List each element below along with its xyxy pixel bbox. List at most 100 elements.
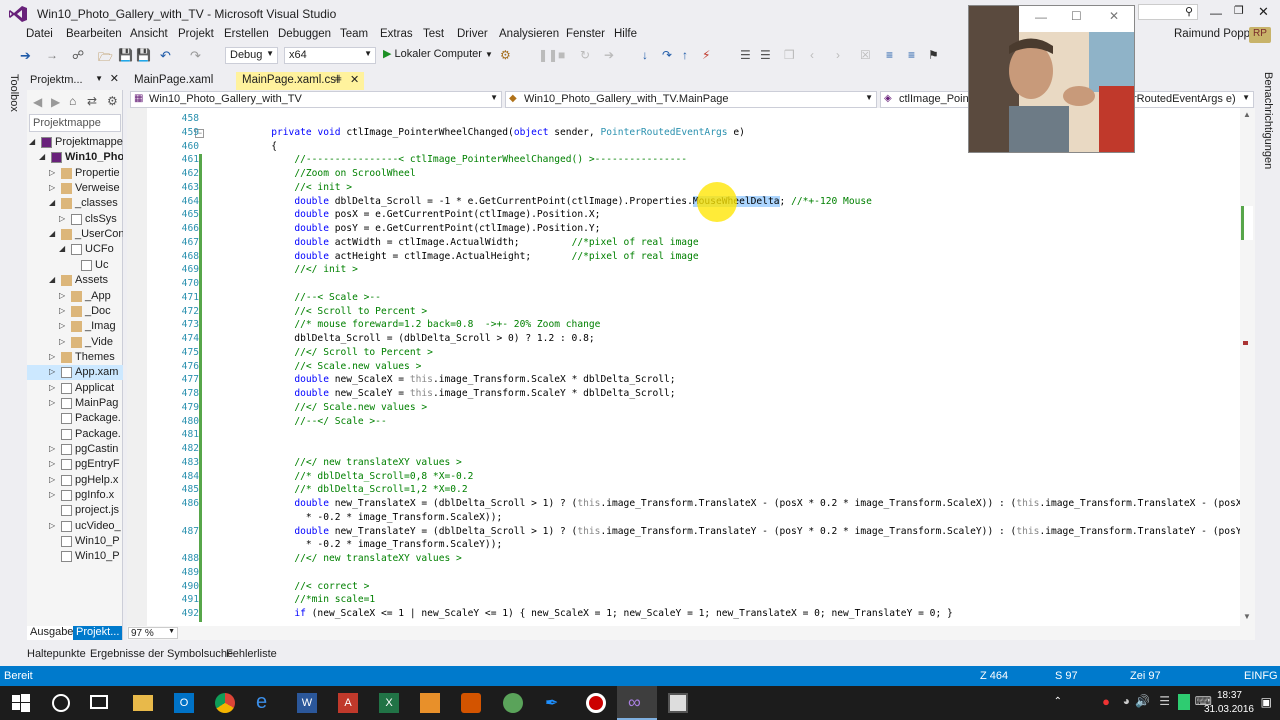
screen-capture-icon[interactable]	[668, 693, 688, 713]
code-line[interactable]: //--< Scale >--	[225, 292, 381, 303]
tree-item[interactable]: ▷ pgCastin	[27, 442, 123, 457]
tab-ausgabe[interactable]: Ausgabe	[27, 626, 77, 640]
tree-item[interactable]: Win10_P	[27, 534, 123, 549]
app-icon[interactable]	[420, 693, 440, 713]
open-folder-icon[interactable]: 🗁	[98, 48, 113, 64]
redo-icon[interactable]: ↷	[190, 48, 204, 63]
code-line[interactable]: double new_ScaleX = this.image_Transform…	[225, 374, 675, 385]
excel-icon[interactable]: X	[379, 693, 399, 713]
close-button[interactable]: ✕	[1258, 4, 1269, 20]
expand-arrow-icon[interactable]: ▷	[59, 214, 65, 223]
tree-item[interactable]: ▷ pgEntryF	[27, 457, 123, 472]
back-icon[interactable]: ➔	[20, 48, 34, 63]
home-icon[interactable]: ⌂	[69, 94, 76, 108]
code-line[interactable]: //< init >	[225, 182, 352, 193]
tab-mainpage-xaml-cs[interactable]: MainPage.xaml.cs ⋕ ✕	[236, 72, 364, 90]
app-icon-2[interactable]	[461, 693, 481, 713]
pause-icon[interactable]: ❚❚	[538, 48, 558, 62]
tree-item[interactable]: ▷ _Vide	[27, 335, 123, 350]
code-line[interactable]: //--</ Scale >--	[225, 416, 386, 427]
code-line[interactable]: //< Scroll to Percent >	[225, 306, 427, 317]
code-line[interactable]: //* dblDelta_Scroll=1,2 *X=0.2	[225, 484, 467, 495]
tray-expand-icon[interactable]: ⌃	[1054, 696, 1062, 707]
next-bookmark-icon[interactable]: ›	[836, 48, 850, 62]
code-line[interactable]: //</ new translateXY values >	[225, 457, 462, 468]
close-icon[interactable]: ✕	[110, 72, 119, 85]
user-name[interactable]: Raimund Popp	[1174, 28, 1250, 40]
code-line[interactable]: double actHeight = ctlImage.ActualHeight…	[225, 251, 698, 262]
tree-item[interactable]: ▷ pgHelp.x	[27, 473, 123, 488]
expand-arrow-icon[interactable]: ▷	[49, 521, 55, 530]
bookmark-icon[interactable]: ❒	[784, 48, 798, 62]
type-dropdown[interactable]: ◆ Win10_Photo_Gallery_with_TV.MainPage ▼	[505, 91, 877, 108]
horizontal-scrollbar[interactable]	[127, 626, 1255, 640]
expand-arrow-icon[interactable]: ▷	[49, 183, 55, 192]
restart-icon[interactable]: ↻	[580, 48, 594, 62]
code-line[interactable]: //*min scale=1	[225, 594, 375, 605]
flag-icon[interactable]: ⚑	[928, 48, 942, 62]
toolbox-tab[interactable]: Toolbox	[8, 74, 20, 112]
scroll-down-icon[interactable]: ▼	[1243, 612, 1251, 621]
code-line[interactable]: //</ Scale.new values >	[225, 402, 427, 413]
task-view-icon[interactable]	[90, 695, 108, 709]
user-avatar[interactable]: RP	[1249, 27, 1271, 43]
platform-select[interactable]: x64 ▼	[284, 47, 376, 64]
menu-fenster[interactable]: Fenster	[566, 28, 605, 40]
code-line[interactable]: double posX = e.GetCurrentPoint(ctlImage…	[225, 209, 600, 220]
expand-arrow-icon[interactable]: ▷	[49, 168, 55, 177]
expand-arrow-icon[interactable]: ▷	[59, 291, 65, 300]
tab-mainpage-xaml[interactable]: MainPage.xaml	[128, 72, 232, 90]
windows-start-icon[interactable]	[11, 693, 31, 713]
expand-arrow-icon[interactable]: ▷	[49, 352, 55, 361]
zoom-select[interactable]: 97 % ▼	[128, 627, 178, 639]
menu-extras[interactable]: Extras	[380, 28, 413, 40]
cortana-icon[interactable]	[52, 694, 70, 712]
notification-center-icon[interactable]: ▣	[1261, 695, 1272, 709]
code-line[interactable]: dblDelta_Scroll = (dblDelta_Scroll > 0) …	[225, 333, 594, 344]
code-line[interactable]: //* dblDelta_Scroll=0,8 *X=-0.2	[225, 471, 473, 482]
solution-search-input[interactable]: Projektmappe	[29, 114, 121, 132]
code-line[interactable]: //< Scale.new values >	[225, 361, 421, 372]
expand-arrow-icon[interactable]: ▷	[59, 337, 65, 346]
tree-item[interactable]: ▷ Applicat	[27, 381, 123, 396]
record-icon[interactable]	[586, 693, 606, 713]
minimize-button[interactable]: —	[1210, 6, 1222, 20]
menu-team[interactable]: Team	[340, 28, 368, 40]
collapse-arrow-icon[interactable]: ◢	[49, 275, 55, 284]
tree-item[interactable]: project.js	[27, 503, 123, 518]
file-explorer-icon[interactable]	[133, 695, 153, 711]
uncomment-icon[interactable]: ☰	[760, 48, 774, 62]
clock-time[interactable]: 18:37	[1217, 690, 1242, 701]
expand-arrow-icon[interactable]: ▷	[49, 475, 55, 484]
tree-item[interactable]: ◢ _UserCon	[27, 227, 123, 242]
clock-date[interactable]: 31.03.2016	[1204, 704, 1254, 715]
menu-driver[interactable]: Driver	[457, 28, 488, 40]
tree-item[interactable]: Package.	[27, 411, 123, 426]
notifications-tab[interactable]: Benachrichtigungen	[1262, 72, 1274, 169]
config-select[interactable]: Debug ▼	[225, 47, 278, 64]
network-icon[interactable]: ◕	[1123, 694, 1130, 708]
menu-debuggen[interactable]: Debuggen	[278, 28, 331, 40]
tab-fehlerliste[interactable]: Fehlerliste	[226, 648, 277, 660]
undo-icon[interactable]: ↶	[160, 48, 174, 63]
indent-icon[interactable]: ≡	[886, 48, 900, 62]
expand-arrow-icon[interactable]: ▷	[49, 398, 55, 407]
word-icon[interactable]: W	[297, 693, 317, 713]
tree-item[interactable]: ▷ MainPag	[27, 396, 123, 411]
restore-button[interactable]: ❐	[1234, 4, 1244, 17]
tree-item[interactable]: ▷ App.xam	[27, 365, 123, 381]
close-icon[interactable]: ✕	[350, 73, 359, 86]
pen-icon[interactable]: ✒	[545, 693, 565, 713]
code-line[interactable]: double new_ScaleY = this.image_Transform…	[225, 388, 675, 399]
code-line[interactable]: //< correct >	[225, 581, 369, 592]
forward-icon[interactable]: ▶	[51, 95, 60, 109]
step-into-icon[interactable]: ↓	[642, 48, 656, 62]
quick-launch-input[interactable]: ⚲	[1138, 4, 1198, 20]
chevron-down-icon[interactable]: ▼	[95, 74, 103, 83]
save-icon[interactable]: 💾	[118, 48, 133, 62]
code-editor[interactable]: − 458 459 private void ctlImage_PointerWh…	[127, 108, 1255, 626]
show-next-icon[interactable]: ➔	[604, 48, 618, 62]
visual-studio-taskbar-item[interactable]: ∞	[617, 686, 657, 720]
tree-item[interactable]: Win10_P	[27, 549, 123, 564]
menu-bearbeiten[interactable]: Bearbeiten	[66, 28, 122, 40]
